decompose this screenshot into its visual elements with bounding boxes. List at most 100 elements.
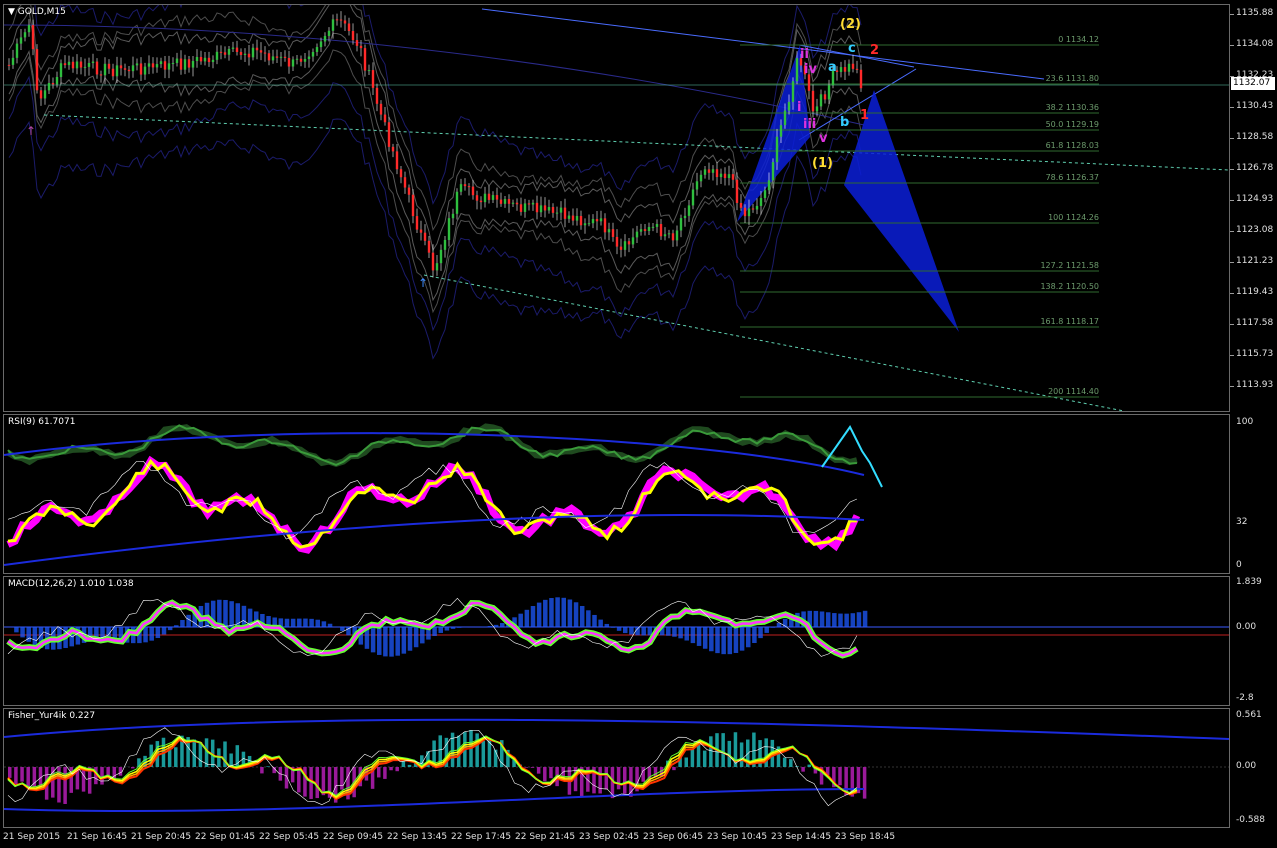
candle-body[interactable]: [403, 177, 407, 188]
candle-body[interactable]: [811, 90, 815, 112]
candle-body[interactable]: [523, 203, 527, 212]
candle-body[interactable]: [243, 53, 247, 55]
candle-body[interactable]: [759, 198, 763, 206]
candle-body[interactable]: [531, 202, 535, 205]
candle-body[interactable]: [603, 218, 607, 233]
candle-body[interactable]: [299, 58, 303, 62]
candle-body[interactable]: [443, 239, 447, 250]
candle-body[interactable]: [723, 173, 727, 179]
candle-body[interactable]: [651, 226, 655, 228]
candle-body[interactable]: [411, 194, 415, 217]
candle-body[interactable]: [815, 106, 819, 112]
candle-body[interactable]: [199, 56, 203, 62]
candle-body[interactable]: [107, 63, 111, 69]
candle-body[interactable]: [371, 70, 375, 88]
candle-body[interactable]: [191, 61, 195, 68]
candle-body[interactable]: [711, 169, 715, 173]
candle-body[interactable]: [543, 205, 547, 211]
candle-body[interactable]: [87, 62, 91, 67]
candle-body[interactable]: [267, 53, 271, 61]
candle-body[interactable]: [151, 63, 155, 68]
candle-body[interactable]: [779, 125, 783, 137]
candle-body[interactable]: [251, 47, 255, 58]
candle-body[interactable]: [635, 231, 639, 238]
candle-body[interactable]: [23, 32, 27, 38]
candle-body[interactable]: [471, 186, 475, 196]
candle-body[interactable]: [451, 213, 455, 219]
candle-body[interactable]: [283, 56, 287, 58]
candle-body[interactable]: [263, 52, 267, 54]
candle-body[interactable]: [575, 215, 579, 221]
candle-body[interactable]: [255, 47, 259, 51]
harmonic-pattern-left[interactable]: [737, 45, 810, 222]
candle-body[interactable]: [687, 205, 691, 216]
candle-body[interactable]: [279, 56, 283, 58]
candle-body[interactable]: [291, 59, 295, 67]
candle-body[interactable]: [119, 65, 123, 69]
candle-body[interactable]: [767, 180, 771, 191]
candle-body[interactable]: [859, 69, 863, 89]
candle-body[interactable]: [563, 207, 567, 219]
rsi-pane[interactable]: RSI(9) 61.7071: [3, 414, 1230, 574]
candle-body[interactable]: [487, 193, 491, 200]
candle-body[interactable]: [755, 205, 759, 210]
trendline-short[interactable]: [798, 68, 917, 141]
candle-body[interactable]: [363, 48, 367, 71]
candle-body[interactable]: [135, 63, 139, 66]
candle-body[interactable]: [239, 51, 243, 55]
candle-body[interactable]: [387, 122, 391, 147]
candle-body[interactable]: [123, 68, 127, 70]
candle-body[interactable]: [335, 19, 339, 21]
candle-body[interactable]: [787, 101, 791, 111]
candle-body[interactable]: [751, 208, 755, 210]
candle-body[interactable]: [359, 45, 363, 49]
candle-body[interactable]: [535, 202, 539, 213]
candle-body[interactable]: [43, 90, 47, 99]
candle-body[interactable]: [643, 229, 647, 232]
candle-body[interactable]: [499, 199, 503, 204]
candle-body[interactable]: [343, 20, 347, 24]
candle-body[interactable]: [331, 19, 335, 31]
candle-body[interactable]: [659, 224, 663, 237]
candle-body[interactable]: [719, 173, 723, 178]
fisher-pane[interactable]: Fisher_Yur4ik 0.227: [3, 708, 1230, 828]
candle-body[interactable]: [847, 63, 851, 72]
candle-body[interactable]: [743, 207, 747, 217]
candle-body[interactable]: [355, 40, 359, 46]
candle-body[interactable]: [383, 114, 387, 123]
candle-body[interactable]: [567, 215, 571, 219]
candle-body[interactable]: [595, 219, 599, 222]
candle-body[interactable]: [71, 61, 75, 69]
candle-body[interactable]: [171, 62, 175, 64]
candle-body[interactable]: [611, 229, 615, 237]
candle-body[interactable]: [671, 233, 675, 241]
candle-body[interactable]: [379, 103, 383, 115]
candle-body[interactable]: [695, 181, 699, 190]
candle-body[interactable]: [495, 195, 499, 200]
candle-body[interactable]: [183, 59, 187, 70]
candle-body[interactable]: [619, 246, 623, 250]
candle-body[interactable]: [675, 230, 679, 241]
candle-body[interactable]: [539, 205, 543, 213]
candle-body[interactable]: [783, 110, 787, 126]
candle-body[interactable]: [39, 90, 43, 99]
candle-body[interactable]: [615, 236, 619, 247]
candle-body[interactable]: [155, 64, 159, 68]
candle-body[interactable]: [347, 23, 351, 32]
candle-body[interactable]: [463, 184, 467, 187]
candle-body[interactable]: [647, 227, 651, 232]
candle-body[interactable]: [303, 59, 307, 62]
candle-body[interactable]: [407, 187, 411, 195]
candle-body[interactable]: [203, 57, 207, 62]
candle-body[interactable]: [15, 43, 19, 58]
chart-menu-triangle-icon[interactable]: ▼: [8, 7, 15, 17]
candle-body[interactable]: [511, 202, 515, 204]
candle-body[interactable]: [11, 57, 15, 65]
candle-body[interactable]: [503, 199, 507, 204]
candle-body[interactable]: [703, 169, 707, 175]
candle-body[interactable]: [795, 58, 799, 82]
candle-body[interactable]: [459, 184, 463, 192]
candle-body[interactable]: [219, 51, 223, 53]
candle-body[interactable]: [351, 31, 355, 41]
candle-body[interactable]: [115, 65, 119, 77]
